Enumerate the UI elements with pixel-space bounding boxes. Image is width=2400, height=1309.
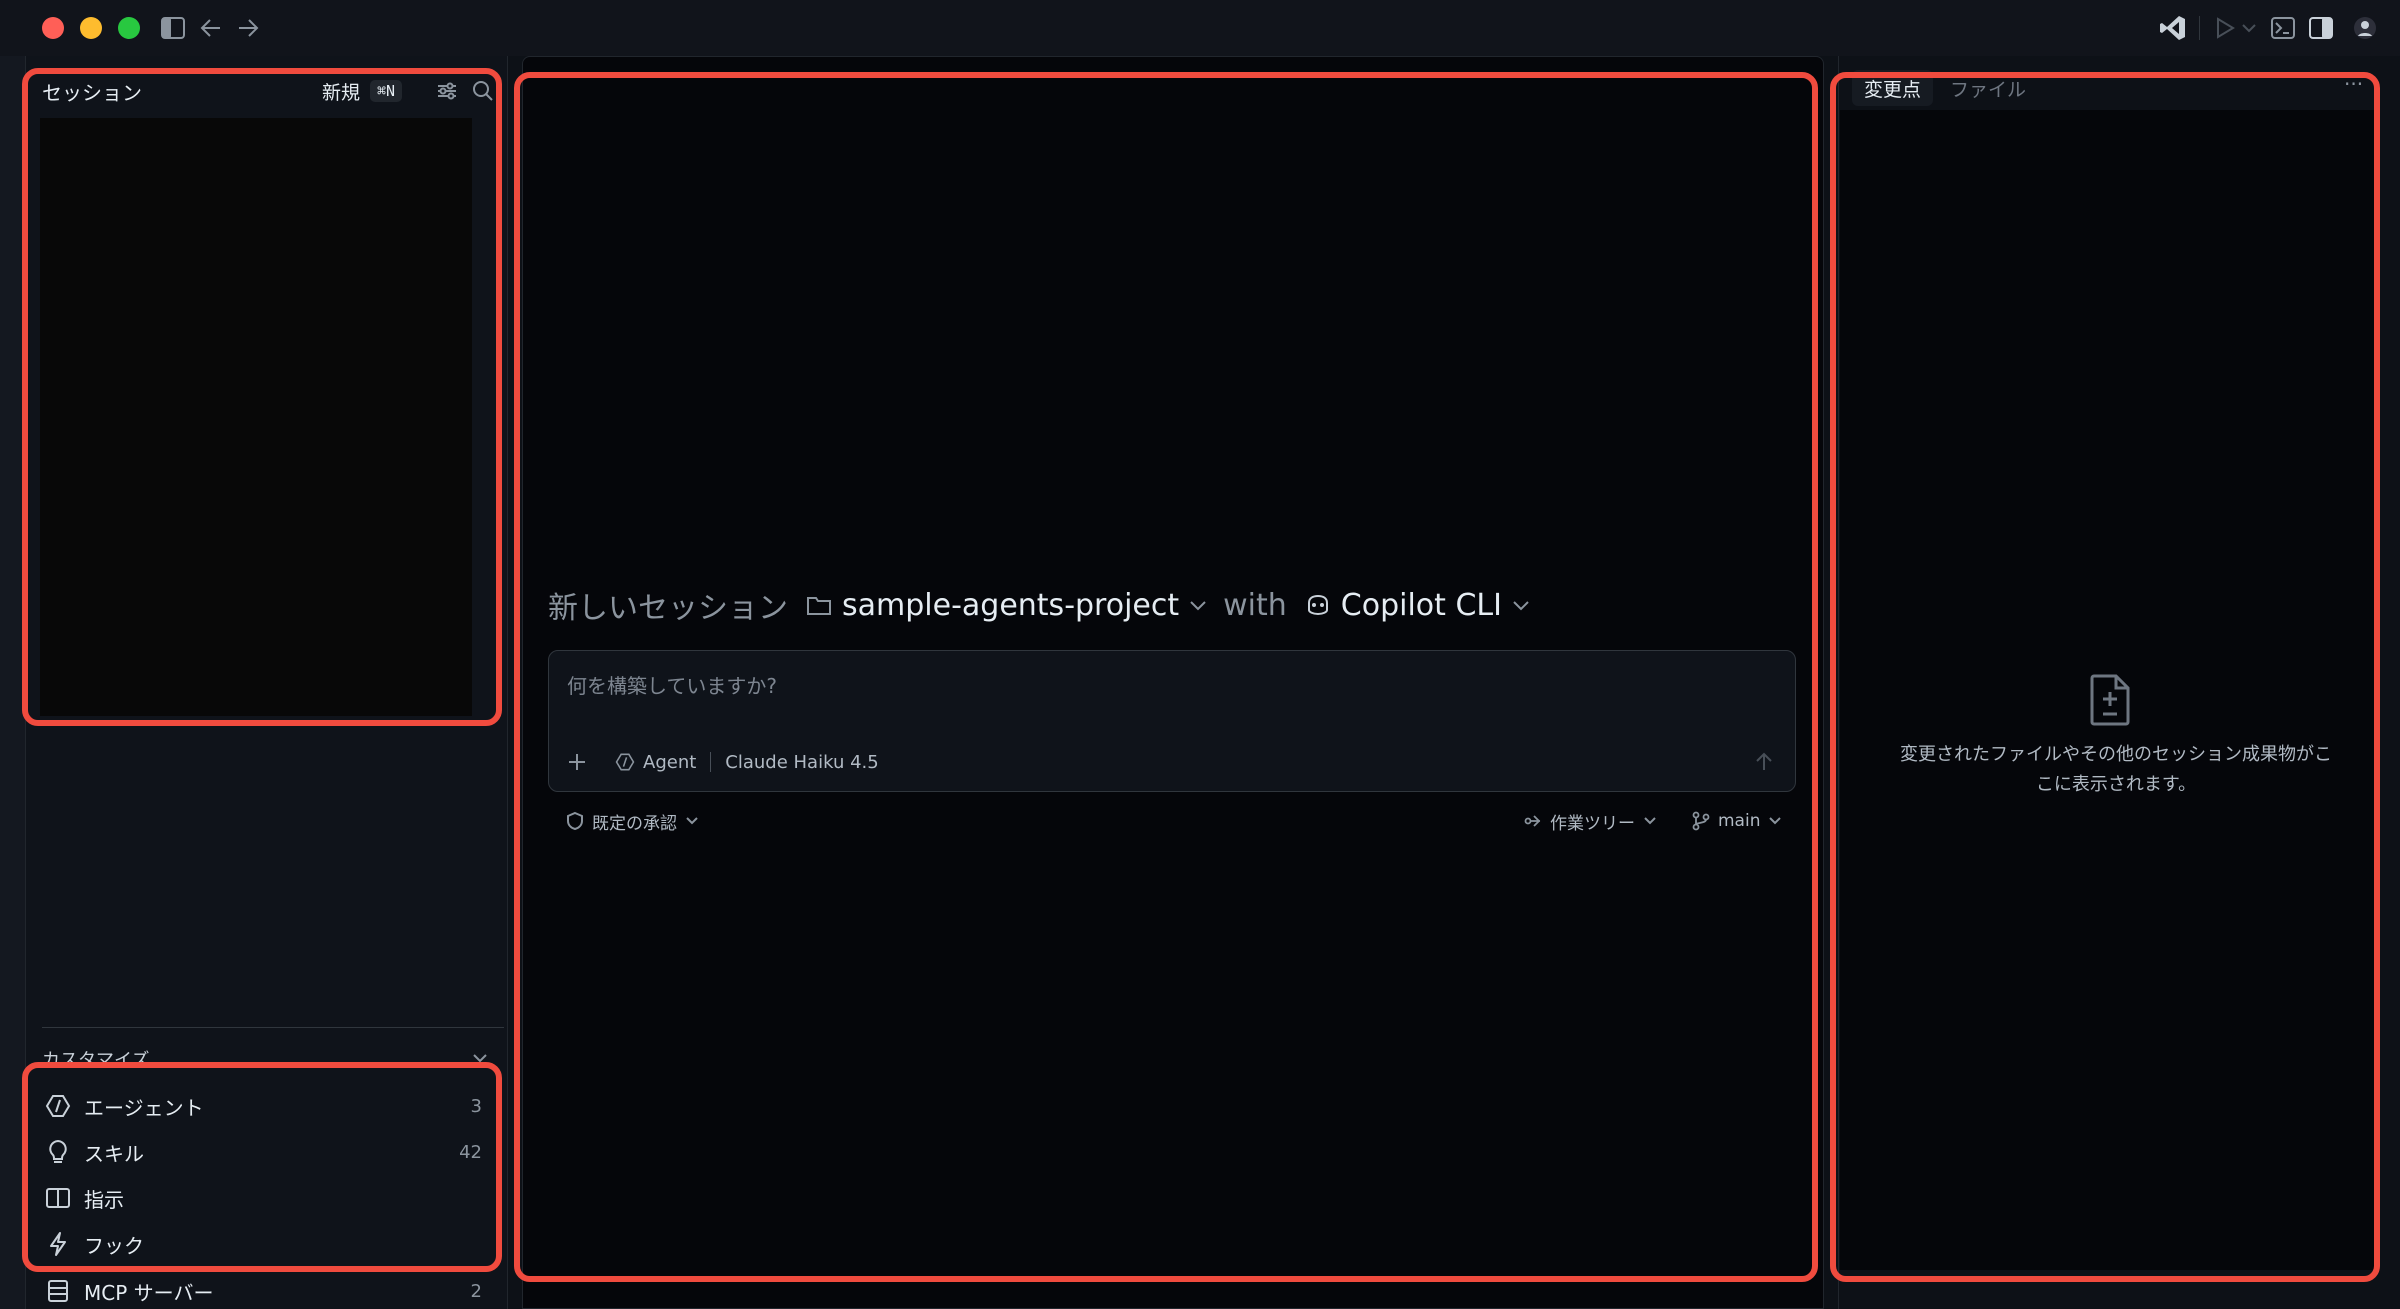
lightbulb-icon: [42, 1136, 74, 1168]
customize-item-label: 指示: [84, 1187, 124, 1212]
window-maximize-button[interactable]: [118, 17, 140, 39]
customize-item-hooks[interactable]: フック: [42, 1224, 482, 1264]
account-avatar-icon[interactable]: [2350, 13, 2380, 43]
customize-item-mcp-servers[interactable]: MCP サーバー 2: [42, 1271, 482, 1309]
empty-state-text: 変更されたファイルやその他のセッション成果物がここに表示されます。: [1900, 744, 2332, 795]
customize-item-label: エージェント: [84, 1095, 204, 1120]
chevron-down-icon[interactable]: [1512, 599, 1530, 611]
new-session-label: 新規: [322, 81, 361, 104]
chevron-down-icon: [1768, 816, 1782, 826]
customize-title: カスタマイズ: [42, 1050, 150, 1071]
session-list[interactable]: [40, 118, 472, 716]
activity-strip: [0, 56, 26, 1309]
customize-item-skills[interactable]: スキル 42: [42, 1132, 482, 1172]
worktree-icon: [1524, 812, 1542, 830]
new-session-title: 新しいセッション: [548, 591, 788, 626]
window-close-button[interactable]: [42, 17, 64, 39]
chat-input[interactable]: [567, 669, 1747, 703]
separator: [710, 752, 712, 772]
customize-item-label: スキル: [84, 1141, 144, 1166]
lightning-icon: [42, 1228, 74, 1260]
git-branch-icon: [1692, 811, 1710, 831]
chevron-down-icon[interactable]: [472, 1048, 488, 1069]
customize-item-label: フック: [84, 1233, 144, 1258]
sessions-title: セッション: [42, 80, 142, 105]
customize-item-instructions[interactable]: 指示: [42, 1178, 482, 1218]
approval-picker[interactable]: 既定の承認: [566, 806, 699, 836]
copilot-icon: [1305, 593, 1331, 617]
new-session-shortcut: ⌘N: [370, 80, 403, 102]
terminal-icon[interactable]: [2268, 13, 2298, 43]
vscode-icon[interactable]: [2156, 13, 2190, 43]
shield-icon: [566, 811, 584, 831]
search-icon[interactable]: [468, 76, 498, 106]
with-label: with: [1223, 587, 1287, 623]
chevron-down-icon: [685, 816, 699, 826]
more-actions-icon[interactable]: ···: [2344, 72, 2363, 96]
worktree-picker[interactable]: 作業ツリー: [1524, 806, 1657, 836]
project-picker[interactable]: sample-agents-project: [842, 588, 1179, 623]
server-icon: [42, 1275, 74, 1307]
secondary-sidebar-icon[interactable]: [2306, 13, 2336, 43]
chevron-down-icon: [1643, 816, 1657, 826]
customize-header[interactable]: カスタマイズ: [42, 1044, 488, 1074]
mode-picker[interactable]: Agent: [615, 752, 696, 773]
add-context-icon[interactable]: [567, 752, 587, 772]
title-bar: [0, 0, 2400, 56]
divider: [42, 1027, 504, 1028]
run-icon[interactable]: [2210, 13, 2240, 43]
window-minimize-button[interactable]: [80, 17, 102, 39]
file-diff-icon: [2086, 672, 2142, 732]
agent-cli-picker[interactable]: Copilot CLI: [1341, 588, 1502, 623]
chevron-down-icon[interactable]: [2240, 13, 2258, 43]
sessions-header: セッション 新規 ⌘N: [42, 74, 500, 108]
new-session-button[interactable]: 新規 ⌘N: [322, 74, 403, 108]
model-picker[interactable]: Claude Haiku 4.5: [725, 752, 878, 773]
tab-changes[interactable]: 変更点: [1852, 70, 1934, 106]
customize-item-agents[interactable]: エージェント 3: [42, 1086, 482, 1126]
customize-item-count: 3: [470, 1095, 482, 1117]
chevron-down-icon[interactable]: [1189, 599, 1207, 611]
customize-item-count: 42: [459, 1141, 482, 1163]
tab-files[interactable]: ファイル: [1938, 70, 2038, 106]
customize-item-count: 2: [470, 1280, 482, 1302]
worktree-label: 作業ツリー: [1550, 813, 1635, 834]
sidebar-toggle-icon[interactable]: [158, 13, 188, 43]
mode-label: Agent: [643, 751, 697, 773]
customize-item-label: MCP サーバー: [84, 1280, 214, 1305]
folder-icon: [806, 594, 832, 616]
new-session-heading: 新しいセッション sample-agents-project with Copi…: [548, 582, 1530, 628]
agent-icon: [615, 752, 635, 772]
book-icon: [42, 1182, 74, 1214]
approval-label: 既定の承認: [592, 813, 677, 834]
chat-composer: Agent Claude Haiku 4.5: [548, 650, 1796, 792]
back-arrow-icon[interactable]: [196, 13, 226, 43]
forward-arrow-icon[interactable]: [233, 13, 263, 43]
agent-icon: [42, 1090, 74, 1122]
send-arrow-icon[interactable]: [1749, 747, 1779, 777]
branch-picker[interactable]: main: [1692, 806, 1782, 836]
branch-label: main: [1718, 811, 1761, 831]
filter-icon[interactable]: [432, 76, 462, 106]
